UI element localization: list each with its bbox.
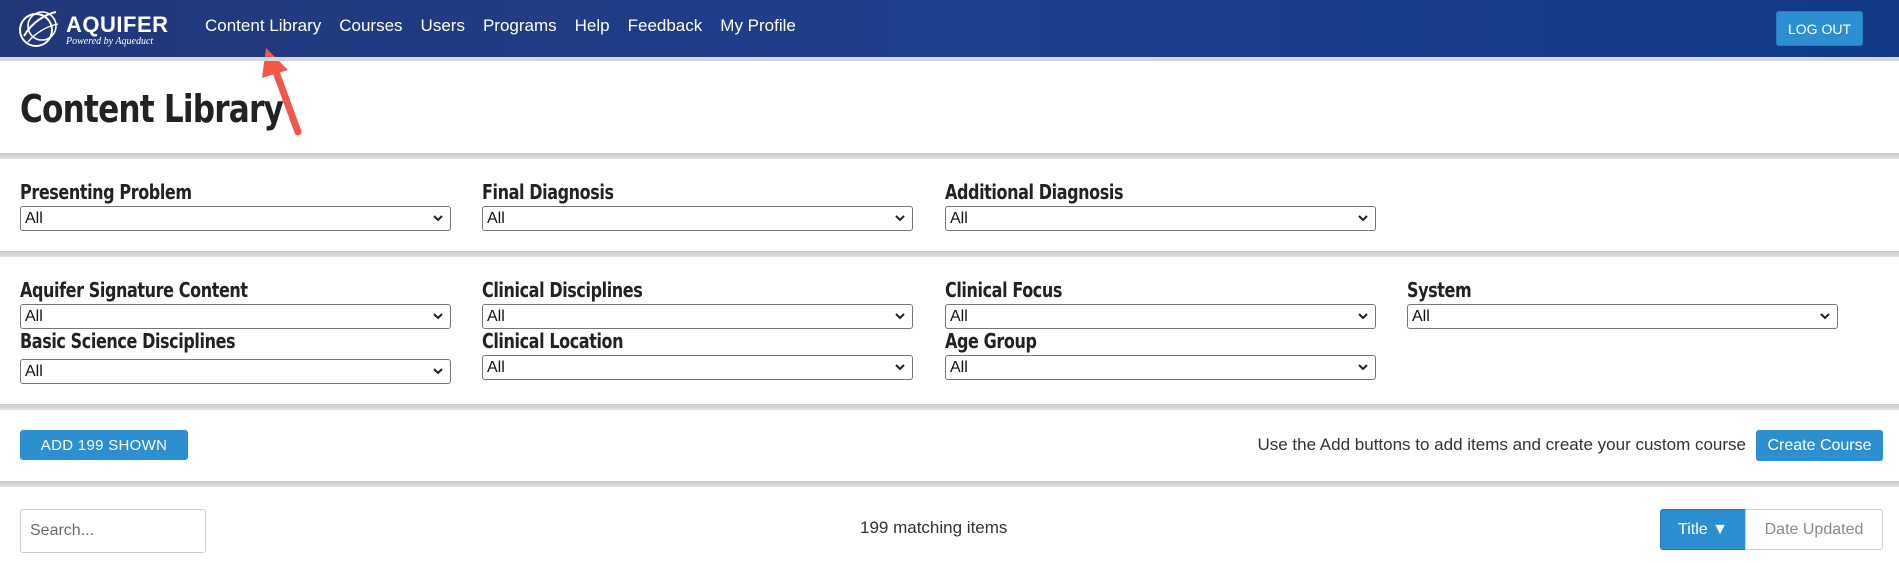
nav-programs[interactable]: Programs [483,16,557,36]
select-value: All [487,210,505,227]
select-value: All [1412,308,1430,325]
aquifer-signature-content-select[interactable]: All [20,304,451,329]
create-course-button[interactable]: Create Course [1756,430,1883,461]
nav-my-profile[interactable]: My Profile [720,16,796,36]
clinical-location-select[interactable]: All [482,355,913,380]
nav-help[interactable]: Help [575,16,610,36]
clinical-focus-select[interactable]: All [945,304,1376,329]
presenting-problem-select[interactable]: All [20,206,451,231]
search-input[interactable] [20,509,206,553]
select-value: All [25,308,43,325]
nav-feedback[interactable]: Feedback [628,16,703,36]
brand-tagline: Powered by Aqueduct [66,36,154,47]
filter-label-clinical-location: Clinical Location [482,329,624,353]
system-select[interactable]: All [1407,304,1838,329]
basic-science-disciplines-select[interactable]: All [20,359,451,384]
filter-label-aquifer-signature-content: Aquifer Signature Content [20,278,248,302]
divider [0,404,1899,410]
chevron-down-icon [433,368,443,375]
divider [0,57,1899,61]
chevron-down-icon [895,364,905,371]
filter-label-age-group: Age Group [945,329,1037,353]
divider [0,251,1899,257]
filter-label-clinical-disciplines: Clinical Disciplines [482,278,643,302]
nav-content-library[interactable]: Content Library [205,16,321,36]
page-title: Content Library [20,87,284,131]
chevron-down-icon [895,313,905,320]
main-nav: Content Library Courses Users Programs H… [205,16,814,36]
chevron-down-icon [1358,215,1368,222]
final-diagnosis-select[interactable]: All [482,206,913,231]
chevron-down-icon [1358,313,1368,320]
sort-by-date-updated-button[interactable]: Date Updated [1745,509,1883,550]
logout-button[interactable]: LOG OUT [1776,11,1863,46]
divider [0,481,1899,487]
chevron-down-icon [1820,313,1830,320]
filter-label-additional-diagnosis: Additional Diagnosis [945,180,1124,204]
age-group-select[interactable]: All [945,355,1376,380]
clinical-disciplines-select[interactable]: All [482,304,913,329]
brand-name: AQUIFER [66,12,169,37]
matching-items-count: 199 matching items [860,518,1008,537]
chevron-down-icon [895,215,905,222]
chevron-down-icon [1358,364,1368,371]
nav-users[interactable]: Users [421,16,465,36]
create-course-hint: Use the Add buttons to add items and cre… [1257,435,1746,454]
filter-label-basic-science-disciplines: Basic Science Disciplines [20,329,236,353]
filter-label-clinical-focus: Clinical Focus [945,278,1062,302]
filter-label-presenting-problem: Presenting Problem [20,180,192,204]
select-value: All [25,363,43,380]
filter-label-system: System [1407,278,1472,302]
nav-courses[interactable]: Courses [339,16,402,36]
sort-by-title-button[interactable]: Title ▼ [1660,509,1746,550]
chevron-down-icon [433,215,443,222]
add-all-shown-button[interactable]: ADD 199 SHOWN [20,430,188,460]
filter-label-final-diagnosis: Final Diagnosis [482,180,614,204]
select-value: All [950,308,968,325]
select-value: All [487,308,505,325]
select-value: All [25,210,43,227]
select-value: All [487,359,505,376]
chevron-down-icon [433,313,443,320]
divider [0,153,1899,159]
brand-logo[interactable]: AQUIFER Powered by Aqueduct [16,6,169,50]
aquifer-logo-icon [19,11,59,47]
additional-diagnosis-select[interactable]: All [945,206,1376,231]
select-value: All [950,359,968,376]
select-value: All [950,210,968,227]
